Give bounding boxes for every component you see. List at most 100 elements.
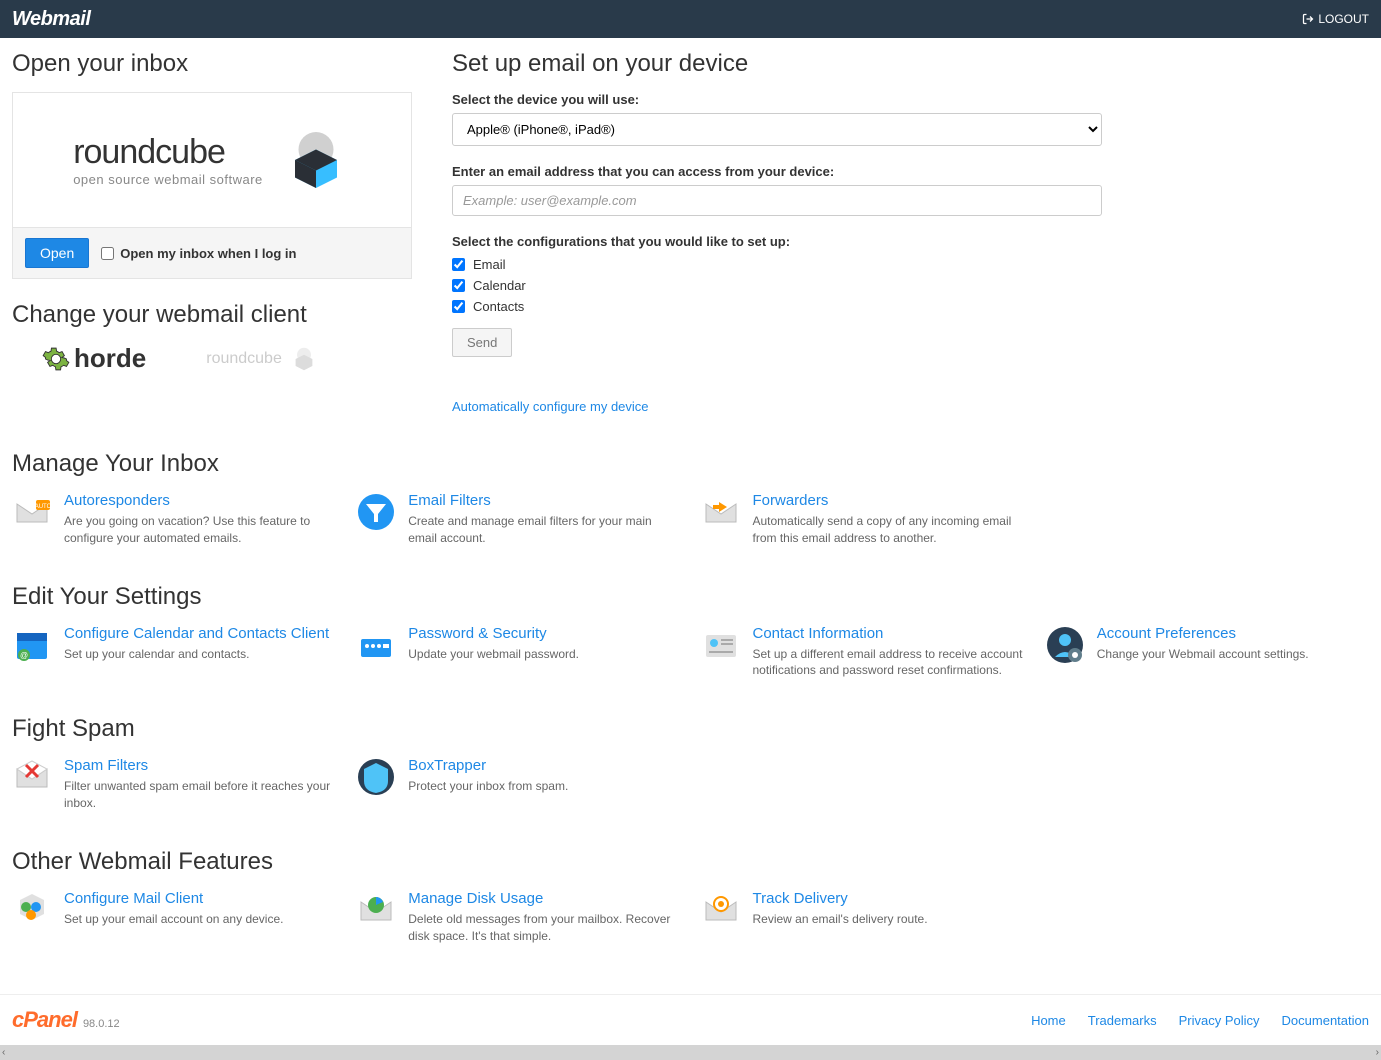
feature-item: Password & Security Update your webmail p… (356, 625, 680, 680)
config-calendar-label: Calendar (473, 278, 526, 293)
feature-item: Spam Filters Filter unwanted spam email b… (12, 757, 336, 812)
feature-item: Contact Information Set up a different em… (701, 625, 1025, 680)
feature-item: Forwarders Automatically send a copy of a… (701, 492, 1025, 547)
feature-title-link[interactable]: Manage Disk Usage (408, 890, 680, 907)
feature-item: BoxTrapperProtect your inbox from spam. (356, 757, 680, 812)
feature-item: @ Configure Calendar and Contacts Client S… (12, 625, 336, 680)
auto-open-checkbox-row[interactable]: Open my inbox when I log in (101, 246, 296, 261)
change-client-heading: Change your webmail client (12, 301, 412, 329)
feature-title-link[interactable]: Forwarders (753, 492, 1025, 509)
feature-item: Configure Mail Client Set up your email a… (12, 890, 336, 945)
horde-gear-icon (42, 345, 70, 373)
config-calendar-row[interactable]: Calendar (452, 278, 1102, 293)
roundcube-small-icon (290, 345, 318, 373)
feature-item: Track Delivery Review an email's delivery… (701, 890, 1025, 945)
feature-desc: Set up a different email address to rece… (753, 646, 1025, 680)
logout-label: LOGOUT (1318, 12, 1369, 26)
inbox-box: roundcube open source webmail software O… (12, 92, 412, 279)
feature-title-link[interactable]: Email Filters (408, 492, 680, 509)
feature-desc: Change your Webmail account settings. (1097, 646, 1309, 663)
feature-desc: Create and manage email filters for your… (408, 513, 680, 547)
config-contacts-row[interactable]: Contacts (452, 299, 1102, 314)
roundcube-icon (281, 125, 351, 195)
send-button[interactable]: Send (452, 328, 512, 357)
feature-item: AUTO Autoresponders Are you going on vacat… (12, 492, 336, 547)
scroll-left-arrow[interactable]: ‹ (2, 1047, 5, 1058)
roundcube-banner: roundcube open source webmail software (13, 93, 411, 228)
feature-icon (12, 890, 52, 930)
config-calendar-checkbox[interactable] (452, 279, 465, 292)
feature-desc: Update your webmail password. (408, 646, 579, 663)
config-contacts-checkbox[interactable] (452, 300, 465, 313)
feature-icon (701, 492, 741, 532)
feature-title-link[interactable]: BoxTrapper (408, 757, 568, 774)
horizontal-scrollbar[interactable]: ‹ › (0, 1045, 1381, 1060)
feature-title-link[interactable]: Configure Calendar and Contacts Client (64, 625, 329, 642)
feature-title-link[interactable]: Spam Filters (64, 757, 336, 774)
feature-icon (356, 890, 396, 930)
feature-desc: Set up your calendar and contacts. (64, 646, 329, 663)
auto-open-checkbox[interactable] (101, 247, 114, 260)
setup-heading: Set up email on your device (452, 50, 1102, 78)
device-select[interactable]: Apple® (iPhone®, iPad®) (452, 113, 1102, 146)
auto-configure-link[interactable]: Automatically configure my device (452, 399, 649, 414)
section: Other Webmail FeaturesConfigure Mail Cli… (12, 848, 1369, 945)
scroll-right-arrow[interactable]: › (1376, 1047, 1379, 1058)
feature-desc: Filter unwanted spam email before it rea… (64, 778, 336, 812)
feature-icon (356, 625, 396, 665)
horde-client-option[interactable]: horde (42, 343, 146, 374)
feature-icon: AUTO (12, 492, 52, 532)
footer-link[interactable]: Documentation (1282, 1013, 1369, 1028)
section-heading: Fight Spam (12, 715, 1369, 743)
feature-item: Manage Disk Usage Delete old messages fro… (356, 890, 680, 945)
feature-title-link[interactable]: Configure Mail Client (64, 890, 283, 907)
section: Edit Your Settings @ Configure Calendar an… (12, 583, 1369, 680)
email-label: Enter an email address that you can acce… (452, 164, 1102, 179)
config-contacts-label: Contacts (473, 299, 524, 314)
section: Manage Your Inbox AUTO Autoresponders Are y… (12, 450, 1369, 547)
horde-label: horde (74, 343, 146, 374)
feature-icon (1045, 625, 1085, 665)
footer-link[interactable]: Trademarks (1088, 1013, 1157, 1028)
feature-icon (701, 890, 741, 930)
feature-icon: @ (12, 625, 52, 665)
logout-icon (1302, 13, 1314, 25)
feature-title-link[interactable]: Autoresponders (64, 492, 336, 509)
feature-title-link[interactable]: Password & Security (408, 625, 579, 642)
feature-item: Account Preferences Change your Webmail a… (1045, 625, 1369, 680)
feature-desc: Set up your email account on any device. (64, 911, 283, 928)
feature-desc: Delete old messages from your mailbox. R… (408, 911, 680, 945)
footer-link[interactable]: Home (1031, 1013, 1066, 1028)
feature-title-link[interactable]: Track Delivery (753, 890, 928, 907)
feature-title-link[interactable]: Contact Information (753, 625, 1025, 642)
footer-version: 98.0.12 (83, 1018, 120, 1030)
section: Fight Spam Spam Filters Filter unwanted sp… (12, 715, 1369, 812)
footer-link[interactable]: Privacy Policy (1179, 1013, 1260, 1028)
config-email-label: Email (473, 257, 506, 272)
feature-icon (356, 757, 396, 797)
logout-button[interactable]: LOGOUT (1302, 12, 1369, 26)
section-heading: Edit Your Settings (12, 583, 1369, 611)
open-inbox-heading: Open your inbox (12, 50, 412, 78)
roundcube-small-label: roundcube (206, 350, 282, 368)
section-heading: Manage Your Inbox (12, 450, 1369, 478)
feature-title-link[interactable]: Account Preferences (1097, 625, 1309, 642)
webmail-logo: Webmail (12, 8, 90, 31)
open-button[interactable]: Open (25, 238, 89, 268)
roundcube-name: roundcube (73, 133, 225, 171)
feature-desc: Review an email's delivery route. (753, 911, 928, 928)
feature-desc: Are you going on vacation? Use this feat… (64, 513, 336, 547)
email-input[interactable] (452, 185, 1102, 216)
config-email-row[interactable]: Email (452, 257, 1102, 272)
roundcube-tagline: open source webmail software (73, 172, 263, 187)
roundcube-client-option[interactable]: roundcube (206, 343, 318, 374)
device-label: Select the device you will use: (452, 92, 1102, 107)
config-email-checkbox[interactable] (452, 258, 465, 271)
auto-open-label: Open my inbox when I log in (120, 246, 296, 261)
feature-icon (356, 492, 396, 532)
feature-icon (12, 757, 52, 797)
footer: cPanel 98.0.12 HomeTrademarksPrivacy Pol… (0, 994, 1381, 1045)
config-label: Select the configurations that you would… (452, 234, 1102, 249)
svg-text:@: @ (20, 651, 28, 660)
feature-desc: Automatically send a copy of any incomin… (753, 513, 1025, 547)
